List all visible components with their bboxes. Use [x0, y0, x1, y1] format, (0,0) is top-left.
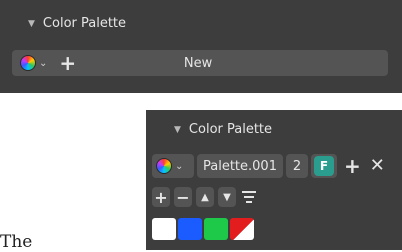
panel-header[interactable]: ▼ Color Palette — [28, 16, 126, 31]
unlink-icon[interactable]: ✕ — [370, 157, 385, 175]
panel-title: Color Palette — [188, 122, 273, 137]
add-color-button[interactable]: + — [152, 187, 170, 207]
sort-icon-line — [244, 196, 254, 198]
palette-selector: ⌄ + New — [12, 50, 388, 76]
panel-title: Color Palette — [42, 16, 127, 31]
chevron-down-icon: ⌄ — [175, 160, 184, 172]
color-swatch-white[interactable] — [152, 218, 176, 240]
color-swatch-blue[interactable] — [178, 218, 202, 240]
triangle-down-icon: ▼ — [223, 191, 231, 203]
sort-icon-line — [242, 191, 256, 193]
user-count[interactable]: 2 — [286, 154, 308, 178]
color-swatch-green[interactable] — [204, 218, 228, 240]
move-down-button[interactable]: ▼ — [218, 187, 236, 207]
move-up-button[interactable]: ▲ — [196, 187, 214, 207]
new-palette-icon[interactable]: + — [344, 156, 361, 176]
triangle-up-icon: ▲ — [201, 191, 209, 203]
remove-color-button[interactable]: − — [174, 187, 192, 207]
collapse-triangle-icon[interactable]: ▼ — [174, 125, 181, 135]
fake-user-button[interactable]: F — [311, 154, 337, 178]
palette-browse-button[interactable]: ⌄ — [152, 154, 194, 178]
color-palette-panel-empty: ▼ Color Palette ⌄ + New — [0, 0, 402, 93]
color-palette-icon — [156, 158, 172, 174]
panel-header[interactable]: ▼ Color Palette — [174, 122, 272, 137]
sort-icon-line — [246, 201, 252, 203]
fake-user-shield-icon: F — [314, 156, 334, 176]
palette-name-field[interactable]: Palette.001 — [197, 154, 283, 178]
color-swatch-red-active[interactable] — [230, 218, 254, 240]
color-palette-panel-filled: ▼ Color Palette ⌄ Palette.001 2 F + ✕ + … — [146, 110, 402, 250]
collapse-triangle-icon[interactable]: ▼ — [28, 19, 35, 29]
background-text: The — [0, 232, 33, 252]
fake-user-letter: F — [319, 159, 329, 173]
sort-menu-button[interactable] — [240, 187, 258, 207]
new-palette-button[interactable]: New — [16, 56, 380, 71]
